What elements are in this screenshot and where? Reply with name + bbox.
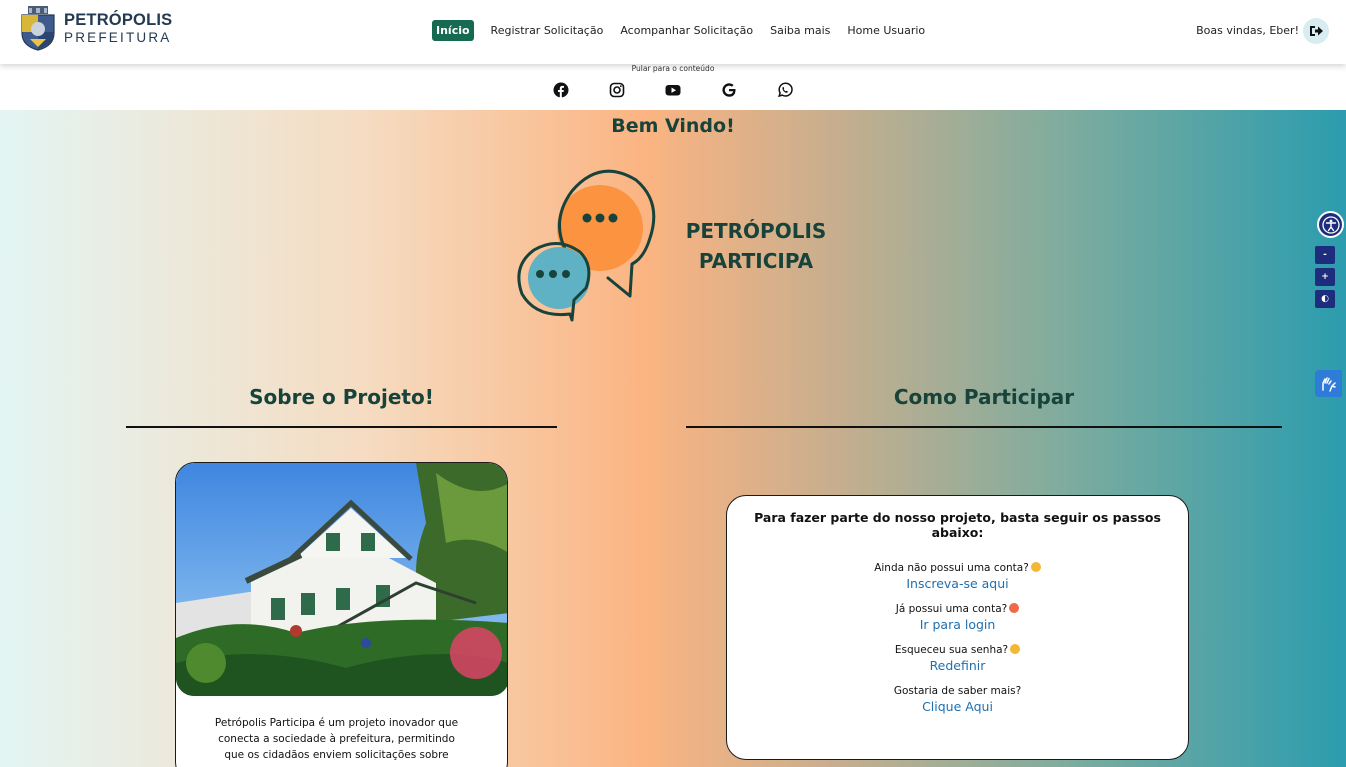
main-nav: Início Registrar Solicitação Acompanhar … [432, 20, 942, 41]
brand-line-1: PETRÓPOLIS [685, 219, 827, 243]
sign-language-hands-icon [1321, 376, 1336, 392]
project-photo [176, 463, 507, 696]
sign-language-button[interactable] [1315, 370, 1342, 397]
youtube-icon[interactable] [665, 82, 681, 98]
whatsapp-icon[interactable] [777, 82, 793, 98]
brand-title: PETRÓPOLIS PARTICIPA [660, 216, 852, 276]
contrast-toggle-button[interactable]: ◐ [1315, 290, 1335, 308]
chat-bubbles-icon [517, 169, 656, 322]
nav-saiba-mais[interactable]: Saiba mais [770, 24, 830, 37]
step-question-signup-text: Ainda não possui uma conta? [874, 562, 1029, 574]
welcome-heading: Bem Vindo! [611, 115, 735, 137]
nav-acompanhar-solicitacao[interactable]: Acompanhar Solicitação [620, 24, 753, 37]
accessibility-menu-button[interactable] [1317, 211, 1344, 238]
nav-registrar-solicitacao[interactable]: Registrar Solicitação [491, 24, 604, 37]
logout-icon [1310, 26, 1323, 36]
logo-title: PETRÓPOLIS [64, 11, 173, 29]
brand-line-2: PARTICIPA [698, 249, 814, 273]
participate-divider [686, 426, 1282, 428]
facebook-icon[interactable] [553, 82, 569, 98]
about-heading: Sobre o Projeto! [249, 385, 434, 409]
participate-card: Para fazer parte do nosso projeto, basta… [726, 495, 1189, 760]
logout-button[interactable] [1303, 18, 1329, 44]
signup-link[interactable]: Inscreva-se aqui [727, 576, 1188, 591]
accessibility-icon [1321, 215, 1340, 234]
about-divider [126, 426, 557, 428]
decrease-font-button[interactable]: - [1315, 246, 1335, 264]
thinking-emoji-icon [1030, 562, 1041, 572]
learn-more-link[interactable]: Clique Aqui [727, 699, 1188, 714]
login-link[interactable]: Ir para login [727, 617, 1188, 632]
reset-password-link[interactable]: Redefinir [727, 658, 1188, 673]
increase-font-button[interactable]: + [1315, 268, 1335, 286]
step-question-reset-text: Esqueceu sua senha? [894, 644, 1009, 656]
step-question-reset: Esqueceu sua senha? [727, 644, 1188, 656]
top-header: PETRÓPOLIS PREFEITURA Início Registrar S… [0, 0, 1346, 64]
monocle-emoji-icon [1010, 644, 1021, 654]
participate-intro: Para fazer parte do nosso projeto, basta… [754, 510, 1161, 540]
step-question-signup: Ainda não possui uma conta? [727, 562, 1188, 574]
heart-eyes-emoji-icon [1009, 603, 1020, 613]
instagram-icon[interactable] [609, 82, 625, 98]
participate-heading: Como Participar [893, 385, 1075, 409]
step-question-login-text: Já possui uma conta? [895, 603, 1008, 615]
google-icon[interactable] [721, 82, 737, 98]
step-question-login: Já possui uma conta? [727, 603, 1188, 615]
nav-home-usuario[interactable]: Home Usuario [847, 24, 925, 37]
logo-subtitle: PREFEITURA [64, 29, 172, 45]
nav-inicio[interactable]: Início [432, 20, 474, 41]
user-welcome: Boas vindas, Eber! [1196, 24, 1299, 37]
skip-to-content-link[interactable]: Pular para o conteúdo [0, 64, 1346, 73]
about-card: Petrópolis Participa é um projeto inovad… [175, 462, 508, 767]
prefeitura-logo[interactable]: PETRÓPOLIS PREFEITURA [19, 5, 172, 51]
step-question-more: Gostaria de saber mais? [893, 685, 1022, 697]
about-description: Petrópolis Participa é um projeto inovad… [214, 717, 459, 761]
main-content: Bem Vindo! PETRÓPOLIS PARTICIPA Sobre o … [0, 110, 1346, 767]
coat-of-arms-icon [21, 6, 55, 51]
social-links [553, 82, 833, 98]
